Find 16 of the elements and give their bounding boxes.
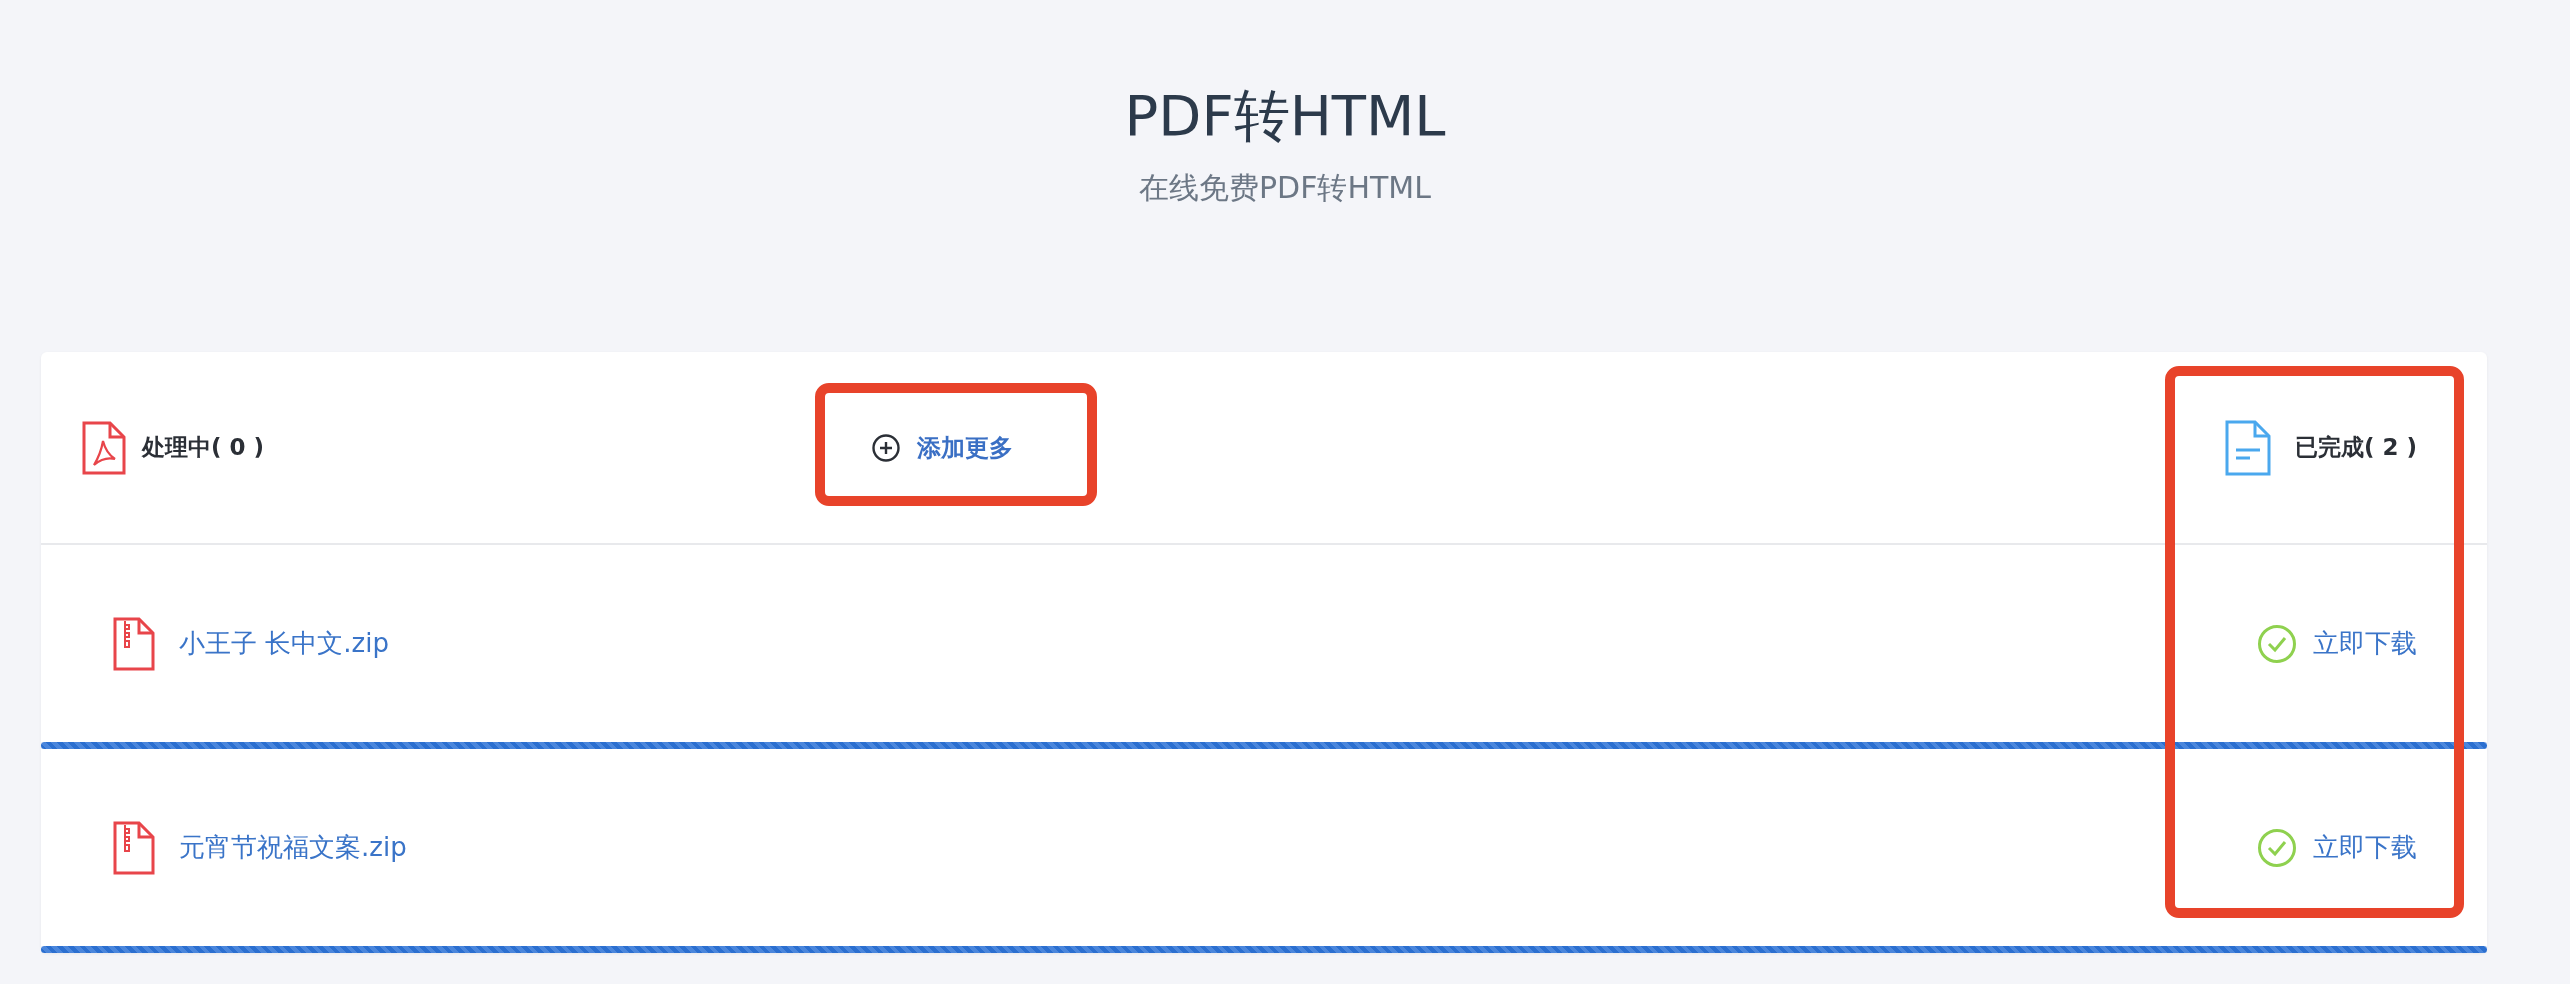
document-icon — [2224, 419, 2271, 476]
check-circle-icon — [2257, 827, 2297, 868]
pdf-file-icon — [82, 420, 126, 475]
zip-file-icon — [113, 616, 155, 671]
file-name-link[interactable]: 元宵节祝福文案.zip — [179, 828, 407, 867]
check-circle-icon — [2257, 623, 2297, 664]
page-title: PDF转HTML — [1124, 82, 1446, 150]
add-icon — [871, 432, 901, 463]
file-name-link[interactable]: 小王子 长中文.zip — [179, 624, 389, 663]
zip-file-icon — [113, 820, 155, 875]
page-subtitle: 在线免费PDF转HTML — [1139, 169, 1431, 208]
processing-label: 处理中( 0 ) — [142, 433, 265, 463]
add-more-button[interactable]: 添加更多 — [871, 429, 1013, 466]
download-link[interactable]: 立即下载 — [2257, 623, 2417, 664]
completed-label: 已完成( 2 ) — [2294, 433, 2417, 463]
download-link[interactable]: 立即下载 — [2257, 827, 2417, 868]
